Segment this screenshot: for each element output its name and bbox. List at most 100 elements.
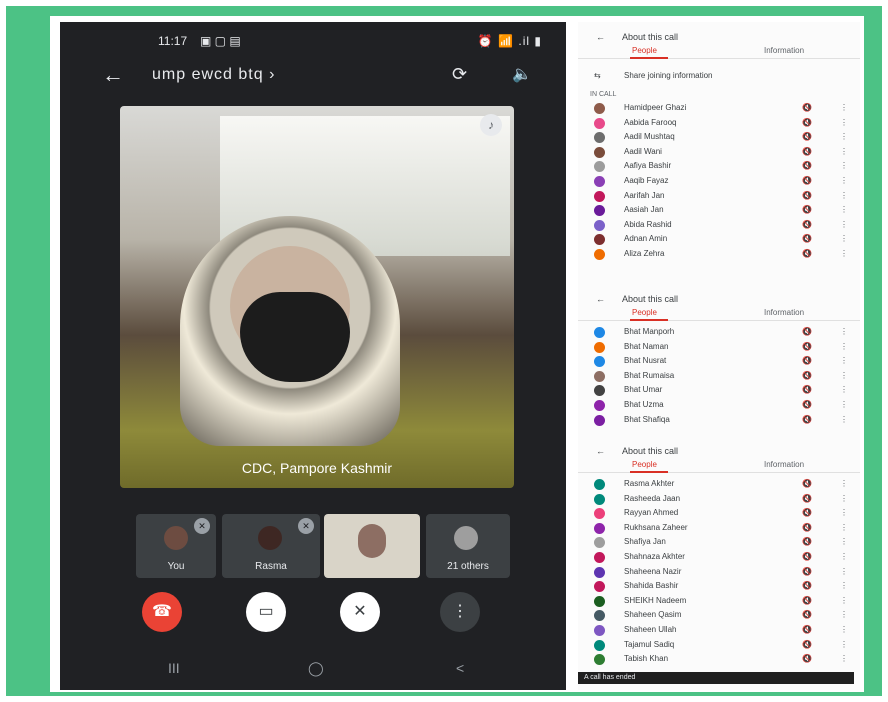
more-options-button[interactable]: ⋮ bbox=[440, 592, 480, 632]
participant-row[interactable]: Shahnaza Akhter 🔇 ⋮ bbox=[578, 550, 860, 565]
participant-row[interactable]: Rayyan Ahmed 🔇 ⋮ bbox=[578, 506, 860, 521]
more-vert-icon[interactable]: ⋮ bbox=[840, 610, 848, 619]
participant-row[interactable]: Abida Rashid 🔇 ⋮ bbox=[578, 218, 860, 233]
participant-row[interactable]: Bhat Naman 🔇 ⋮ bbox=[578, 340, 860, 355]
back-arrow-icon[interactable]: ← bbox=[102, 62, 124, 88]
share-row[interactable]: ⇆ Share joining information bbox=[578, 59, 860, 91]
more-vert-icon[interactable]: ⋮ bbox=[840, 523, 848, 532]
more-vert-icon[interactable]: ⋮ bbox=[840, 567, 848, 576]
more-vert-icon[interactable]: ⋮ bbox=[840, 596, 848, 605]
mic-off-icon[interactable]: 🔇 bbox=[802, 654, 812, 663]
more-vert-icon[interactable]: ⋮ bbox=[840, 161, 848, 170]
participant-row[interactable]: Rasma Akhter 🔇 ⋮ bbox=[578, 477, 860, 492]
participant-row[interactable]: Shahida Bashir 🔇 ⋮ bbox=[578, 579, 860, 594]
more-vert-icon[interactable]: ⋮ bbox=[840, 147, 848, 156]
recents-button[interactable]: III bbox=[168, 660, 180, 676]
tab-people[interactable]: People bbox=[632, 308, 657, 317]
participant-row[interactable]: Aadil Mushtaq 🔇 ⋮ bbox=[578, 130, 860, 145]
more-vert-icon[interactable]: ⋮ bbox=[840, 176, 848, 185]
more-vert-icon[interactable]: ⋮ bbox=[840, 552, 848, 561]
mic-off-icon[interactable]: 🔇 bbox=[802, 596, 812, 605]
thumb-others[interactable]: 21 others bbox=[426, 514, 510, 578]
participant-row[interactable]: Bhat Shafiqa 🔇 ⋮ bbox=[578, 413, 860, 428]
more-vert-icon[interactable]: ⋮ bbox=[840, 249, 848, 258]
more-vert-icon[interactable]: ⋮ bbox=[840, 581, 848, 590]
mic-off-icon[interactable]: 🔇 bbox=[802, 191, 812, 200]
mic-off-icon[interactable]: 🔇 bbox=[802, 640, 812, 649]
back-arrow-icon[interactable]: ← bbox=[596, 444, 605, 458]
mic-off-icon[interactable]: 🔇 bbox=[802, 537, 812, 546]
mic-off-icon[interactable]: 🔇 bbox=[802, 161, 812, 170]
more-vert-icon[interactable]: ⋮ bbox=[840, 327, 848, 336]
mic-off-icon[interactable]: 🔇 bbox=[802, 342, 812, 351]
mic-toggle-button[interactable]: ✕ bbox=[340, 592, 380, 632]
more-vert-icon[interactable]: ⋮ bbox=[840, 537, 848, 546]
participant-row[interactable]: Tabish Khan 🔇 ⋮ bbox=[578, 652, 860, 667]
mic-off-icon[interactable]: 🔇 bbox=[802, 234, 812, 243]
more-vert-icon[interactable]: ⋮ bbox=[840, 654, 848, 663]
mic-off-icon[interactable]: 🔇 bbox=[802, 176, 812, 185]
home-button[interactable]: ◯ bbox=[308, 660, 324, 677]
participant-row[interactable]: Shaheen Ullah 🔇 ⋮ bbox=[578, 623, 860, 638]
participant-row[interactable]: Shafiya Jan 🔇 ⋮ bbox=[578, 535, 860, 550]
more-vert-icon[interactable]: ⋮ bbox=[840, 220, 848, 229]
mic-off-icon[interactable]: 🔇 bbox=[802, 415, 812, 424]
participant-row[interactable]: Tajamul Sadiq 🔇 ⋮ bbox=[578, 638, 860, 653]
more-vert-icon[interactable]: ⋮ bbox=[840, 118, 848, 127]
mic-off-icon[interactable]: 🔇 bbox=[802, 494, 812, 503]
tab-information[interactable]: Information bbox=[764, 308, 804, 317]
mic-off-icon[interactable]: 🔇 bbox=[802, 371, 812, 380]
participant-row[interactable]: Shaheen Qasim 🔇 ⋮ bbox=[578, 608, 860, 623]
mic-off-icon[interactable]: 🔇 bbox=[802, 610, 812, 619]
participant-row[interactable]: Adnan Amin 🔇 ⋮ bbox=[578, 232, 860, 247]
participant-row[interactable]: Aabida Farooq 🔇 ⋮ bbox=[578, 116, 860, 131]
participant-row[interactable]: Aliza Zehra 🔇 ⋮ bbox=[578, 247, 860, 262]
more-vert-icon[interactable]: ⋮ bbox=[840, 132, 848, 141]
more-vert-icon[interactable]: ⋮ bbox=[840, 494, 848, 503]
participant-row[interactable]: Rasheeda Jaan 🔇 ⋮ bbox=[578, 492, 860, 507]
thumb-self[interactable]: ✕ You bbox=[136, 514, 216, 578]
more-vert-icon[interactable]: ⋮ bbox=[840, 400, 848, 409]
mic-off-icon[interactable]: 🔇 bbox=[802, 400, 812, 409]
mic-off-icon[interactable]: 🔇 bbox=[802, 581, 812, 590]
mic-off-icon[interactable]: 🔇 bbox=[802, 356, 812, 365]
tab-people[interactable]: People bbox=[632, 46, 657, 55]
mic-off-icon[interactable]: 🔇 bbox=[802, 552, 812, 561]
participant-row[interactable]: Bhat Nusrat 🔇 ⋮ bbox=[578, 354, 860, 369]
end-call-button[interactable]: ☎ bbox=[142, 592, 182, 632]
participant-row[interactable]: Bhat Umar 🔇 ⋮ bbox=[578, 383, 860, 398]
participant-row[interactable]: Aasiah Jan 🔇 ⋮ bbox=[578, 203, 860, 218]
participant-row[interactable]: Hamidpeer Ghazi 🔇 ⋮ bbox=[578, 101, 860, 116]
participant-row[interactable]: Bhat Rumaisa 🔇 ⋮ bbox=[578, 369, 860, 384]
mic-off-icon[interactable]: 🔇 bbox=[802, 479, 812, 488]
back-button[interactable]: < bbox=[456, 660, 464, 676]
more-vert-icon[interactable]: ⋮ bbox=[840, 371, 848, 380]
tab-people[interactable]: People bbox=[632, 460, 657, 469]
more-vert-icon[interactable]: ⋮ bbox=[840, 342, 848, 351]
participant-row[interactable]: Bhat Manporh 🔇 ⋮ bbox=[578, 325, 860, 340]
participant-row[interactable]: Aafiya Bashir 🔇 ⋮ bbox=[578, 159, 860, 174]
more-vert-icon[interactable]: ⋮ bbox=[840, 205, 848, 214]
mic-off-icon[interactable]: 🔇 bbox=[802, 147, 812, 156]
mic-off-icon[interactable]: 🔇 bbox=[802, 508, 812, 517]
mic-off-icon[interactable]: 🔇 bbox=[802, 385, 812, 394]
participant-row[interactable]: Aadil Wani 🔇 ⋮ bbox=[578, 145, 860, 160]
camera-toggle-button[interactable]: ▭ bbox=[246, 592, 286, 632]
more-vert-icon[interactable]: ⋮ bbox=[840, 625, 848, 634]
speaker-icon[interactable]: 🔈 bbox=[512, 64, 532, 84]
mic-off-icon[interactable]: 🔇 bbox=[802, 132, 812, 141]
mic-off-icon[interactable]: 🔇 bbox=[802, 103, 812, 112]
participant-row[interactable]: SHEIKH Nadeem 🔇 ⋮ bbox=[578, 594, 860, 609]
mic-off-icon[interactable]: 🔇 bbox=[802, 625, 812, 634]
more-vert-icon[interactable]: ⋮ bbox=[840, 191, 848, 200]
more-vert-icon[interactable]: ⋮ bbox=[840, 640, 848, 649]
mic-off-icon[interactable]: 🔇 bbox=[802, 220, 812, 229]
participant-row[interactable]: Aarifah Jan 🔇 ⋮ bbox=[578, 189, 860, 204]
mic-off-icon[interactable]: 🔇 bbox=[802, 523, 812, 532]
back-arrow-icon[interactable]: ← bbox=[596, 30, 605, 44]
tab-information[interactable]: Information bbox=[764, 46, 804, 55]
participant-row[interactable]: Aaqib Fayaz 🔇 ⋮ bbox=[578, 174, 860, 189]
more-vert-icon[interactable]: ⋮ bbox=[840, 479, 848, 488]
mic-off-icon[interactable]: 🔇 bbox=[802, 249, 812, 258]
more-vert-icon[interactable]: ⋮ bbox=[840, 385, 848, 394]
